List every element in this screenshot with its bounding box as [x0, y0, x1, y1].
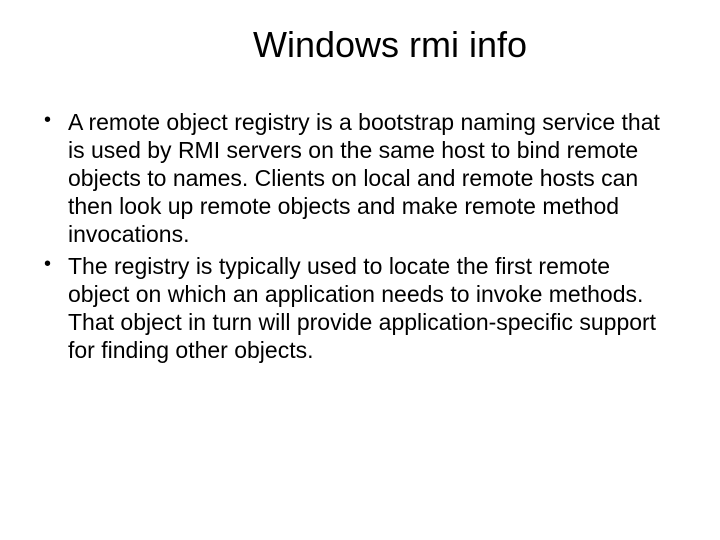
slide-title: Windows rmi info [40, 24, 680, 66]
list-item: The registry is typically used to locate… [40, 252, 670, 364]
slide: Windows rmi info A remote object registr… [0, 0, 720, 540]
list-item: A remote object registry is a bootstrap … [40, 108, 670, 248]
bullet-list: A remote object registry is a bootstrap … [40, 108, 680, 364]
